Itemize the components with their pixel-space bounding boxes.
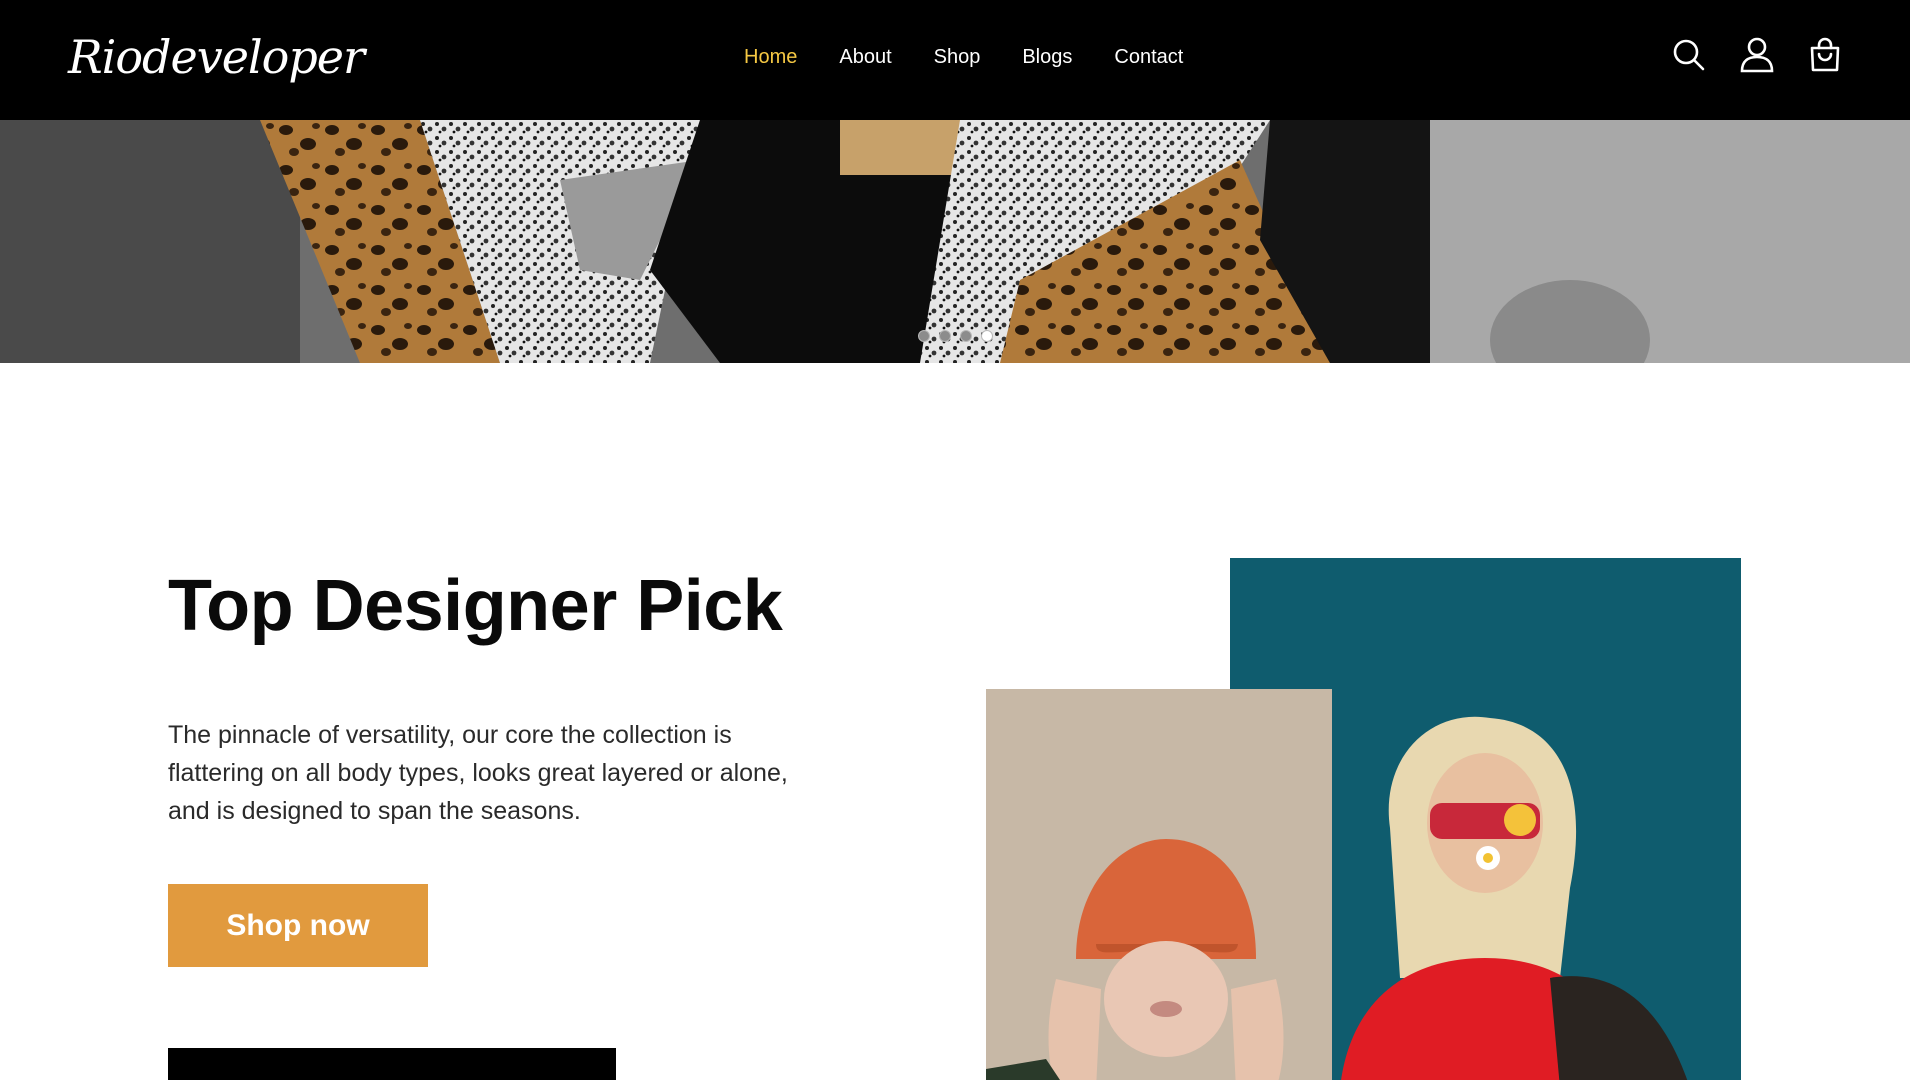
nav-shop[interactable]: Shop — [934, 46, 981, 69]
section-description: The pinnacle of versatility, our core th… — [168, 721, 788, 825]
user-icon[interactable] — [1740, 36, 1774, 74]
secondary-block — [168, 1048, 616, 1080]
header-actions — [1672, 36, 1842, 74]
nav-contact[interactable]: Contact — [1114, 46, 1183, 69]
carousel-dot[interactable] — [918, 330, 930, 342]
nav-about[interactable]: About — [839, 46, 891, 69]
search-icon[interactable] — [1672, 36, 1706, 74]
nav-blogs[interactable]: Blogs — [1022, 46, 1072, 69]
carousel-dots — [918, 330, 993, 342]
main-nav: Home About Shop Blogs Contact — [744, 46, 1183, 69]
section-title: Top Designer Pick — [168, 566, 783, 646]
hero-image — [0, 120, 1910, 363]
carousel-dot-active[interactable] — [981, 330, 993, 342]
nav-home[interactable]: Home — [744, 46, 797, 69]
hero-banner — [0, 120, 1910, 363]
carousel-dot[interactable] — [960, 330, 972, 342]
site-header: Riodeveloper Home About Shop Blogs Conta… — [0, 0, 1910, 120]
carousel-dot[interactable] — [939, 330, 951, 342]
site-logo[interactable]: Riodeveloper — [68, 30, 365, 84]
model-photo-beanie — [986, 689, 1332, 1080]
shopping-bag-icon[interactable] — [1808, 36, 1842, 74]
shop-now-button[interactable]: Shop now — [168, 884, 428, 967]
